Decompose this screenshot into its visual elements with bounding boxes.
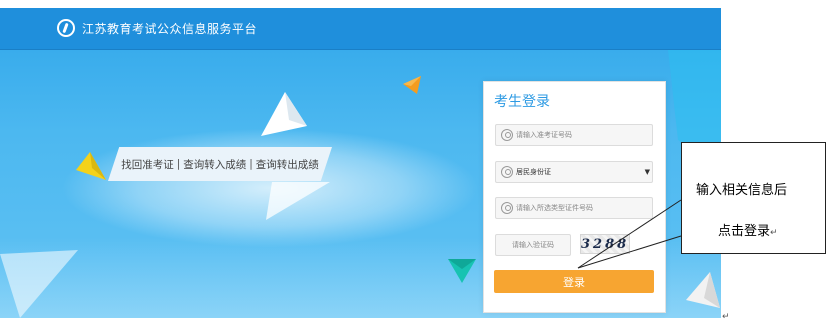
annotation-line1-text: 输入相关信息后 (696, 183, 788, 198)
link-separator: | (249, 158, 253, 170)
login-title: 考生登录 (494, 94, 550, 110)
link-separator: | (176, 158, 181, 170)
link-query-transfer-in-scores[interactable]: 查询转入成绩 (183, 157, 246, 172)
captcha-field (495, 234, 571, 256)
id-type-field[interactable]: 居民身份证 ▼ (495, 161, 653, 183)
link-query-transfer-out-scores[interactable]: 查询转出成绩 (256, 157, 319, 172)
captcha-input[interactable] (496, 238, 570, 252)
site-header: 江苏教育考试公众信息服务平台 (0, 8, 721, 50)
quick-links-ribbon: 找回准考证 | 查询转入成绩 | 查询转出成绩 (108, 147, 332, 181)
paragraph-mark: ↵ (722, 312, 730, 322)
exam-id-input[interactable] (516, 128, 648, 142)
decorative-ribbon-tail (266, 182, 330, 220)
id-number-input[interactable] (516, 201, 648, 215)
paragraph-mark: ↵ (770, 228, 778, 238)
login-panel: 考生登录 居民身份证 ▼ 3288 登录 (483, 81, 666, 313)
id-number-field (495, 197, 653, 219)
annotation-line1: 输入相关信息后 (696, 179, 787, 198)
link-retrieve-exam-id[interactable]: 找回准考证 (121, 157, 174, 172)
id-card-icon (501, 166, 513, 178)
decorative-triangle-orange (403, 76, 421, 94)
exam-id-field (495, 124, 653, 146)
site-title: 江苏教育考试公众信息服务平台 (82, 22, 258, 36)
decorative-triangle-white-right (686, 272, 720, 308)
dropdown-caret-icon: ▼ (644, 168, 650, 176)
shield-pen-icon (57, 19, 75, 37)
login-page-screen: 江苏教育考试公众信息服务平台 找回准考证 | 查询转入成绩 | 查询转出成绩 考… (0, 8, 721, 318)
id-type-select[interactable]: 居民身份证 ▼ (516, 164, 650, 180)
user-icon (501, 129, 513, 141)
decorative-triangle-yellow (76, 152, 106, 180)
login-button[interactable]: 登录 (494, 270, 654, 293)
annotation-line2-text: 点击登录 (718, 224, 771, 239)
decorative-triangle-white-left (0, 250, 78, 318)
decorative-triangle-white (261, 92, 307, 136)
captcha-image[interactable]: 3288 (580, 234, 630, 254)
annotation-callout: 输入相关信息后 点击登录↵ (681, 142, 826, 254)
annotation-line2: 点击登录↵ (718, 220, 778, 239)
id-type-value: 居民身份证 (516, 168, 551, 176)
decorative-triangle-teal (448, 259, 476, 283)
document-icon (501, 202, 513, 214)
